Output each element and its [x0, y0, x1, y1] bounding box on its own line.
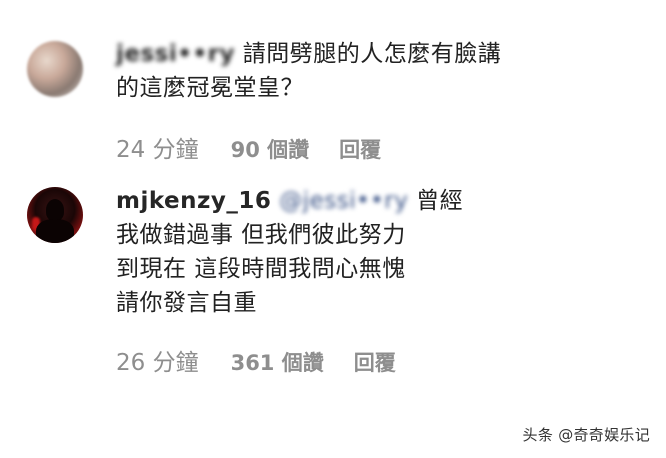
comment-text: 請你發言自重 [116, 290, 257, 316]
comment-body: mjkenzy_16 @jessi••ry 曾經 我做錯過事 但我們彼此努力 到… [116, 184, 463, 320]
comment-text: 曾經 [408, 188, 464, 214]
mention-link[interactable]: @jessi••ry [279, 188, 408, 214]
avatar[interactable] [27, 41, 83, 97]
comment-meta: 26 分鐘 361 個讚 回覆 [116, 343, 396, 377]
comment-meta: 24 分鐘 90 個讚 回覆 [116, 130, 381, 164]
username-link[interactable]: jessi••ry [116, 41, 235, 67]
mention-text: @jessi••ry [279, 188, 409, 214]
comment-text: 請問劈腿的人怎麼有臉講 [234, 41, 502, 67]
likes-count-link[interactable]: 90 個讚 [231, 134, 310, 164]
avatar[interactable] [27, 187, 83, 243]
comment-text: 到現在 這段時間我問心無愧 [116, 256, 406, 282]
timestamp: 26 分鐘 [116, 350, 199, 376]
comment-line: mjkenzy_16 @jessi••ry 曾經 [116, 184, 463, 218]
timestamp: 24 分鐘 [116, 137, 199, 163]
comment-text: 我做錯過事 但我們彼此努力 [116, 222, 406, 248]
comment-line: jessi••ry 請問劈腿的人怎麼有臉講 [116, 37, 501, 71]
comment-body: jessi••ry 請問劈腿的人怎麼有臉講 的這麼冠冕堂皇？ [116, 37, 501, 105]
reply-button[interactable]: 回覆 [339, 134, 381, 164]
username-link[interactable]: mjkenzy_16 [116, 188, 271, 214]
watermark: 头条 @奇奇娱乐记 [522, 426, 650, 444]
comment-text: 的這麼冠冕堂皇？ [116, 75, 304, 101]
reply-button[interactable]: 回覆 [354, 347, 396, 377]
avatar-figure-head [46, 199, 64, 221]
likes-count-link[interactable]: 361 個讚 [231, 347, 324, 377]
avatar-figure-body [36, 219, 74, 243]
